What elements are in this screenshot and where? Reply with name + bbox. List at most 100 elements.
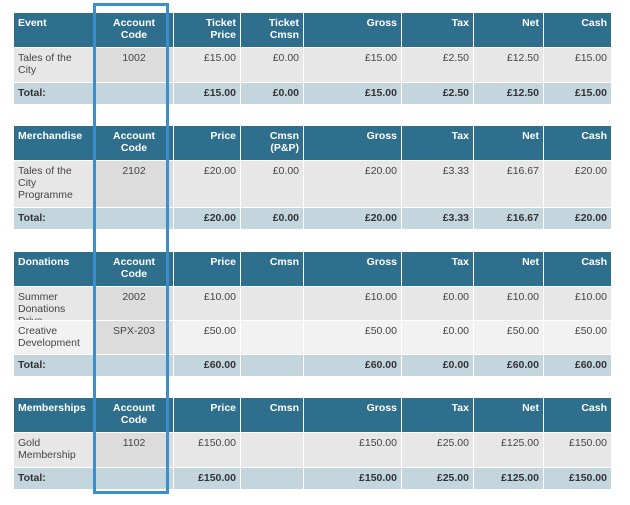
column-header: Gross	[304, 398, 402, 432]
column-header: Tax	[402, 13, 474, 47]
table-cell: £20.00	[304, 161, 402, 207]
table-cell: £150.00	[174, 468, 241, 489]
table-cell: £60.00	[474, 355, 544, 376]
table-cell: Gold Membership	[14, 433, 95, 467]
column-header: Cmsn (P&P)	[241, 126, 304, 160]
column-header: Account Code	[95, 398, 174, 432]
table-cell: £150.00	[569, 472, 607, 484]
table-cell: Summer Donations Drive	[14, 287, 95, 320]
column-header: Cmsn	[241, 252, 304, 286]
table-cell: £15.00	[574, 52, 607, 64]
table-cell	[95, 355, 174, 376]
column-header: Cash	[581, 130, 607, 142]
table-cell: £3.33	[402, 161, 474, 207]
table-cell	[241, 433, 304, 467]
table-cell: £15.00	[304, 83, 402, 104]
table-cell: £10.00	[474, 287, 544, 320]
table-header-row: Donations Account Code Price Cmsn Gross …	[14, 252, 611, 287]
table-row: Creative Development SPX-203 £50.00 £50.…	[14, 321, 611, 355]
table-cell: £20.00	[574, 165, 607, 177]
table-cell: Creative Development	[14, 321, 95, 354]
table-cell: 1102	[95, 433, 174, 467]
total-label: Total:	[14, 468, 95, 489]
table-cell: £2.50	[402, 83, 474, 104]
table-row: Tales of the City Programme 2102 £20.00 …	[14, 161, 611, 208]
table-cell: £0.00	[402, 287, 474, 320]
table-cell: £0.00	[402, 355, 474, 376]
column-header: Gross	[304, 13, 402, 47]
table-cell: £20.00	[574, 212, 607, 224]
table-cell: £15.00	[304, 48, 402, 82]
column-header: Memberships	[14, 398, 95, 432]
table-cell: £16.67	[474, 208, 544, 229]
table-cell: £20.00	[174, 208, 241, 229]
column-header: Account Code	[95, 252, 174, 286]
table-cell: £12.50	[474, 83, 544, 104]
table-cell: £0.00	[241, 83, 304, 104]
table-cell: £125.00	[474, 468, 544, 489]
table-row: Tales of the City 1002 £15.00 £0.00 £15.…	[14, 48, 611, 83]
event-table: Event Account Code Ticket Price Ticket C…	[14, 13, 611, 105]
total-row: Total: £60.00 £60.00 £0.00 £60.00 £60.00	[14, 355, 611, 377]
column-header: Tax	[402, 252, 474, 286]
table-cell: £15.00	[574, 87, 607, 99]
table-cell: SPX-203	[95, 321, 174, 354]
table-cell: £10.00	[574, 291, 607, 303]
table-cell	[241, 321, 304, 354]
column-header: Cash	[581, 256, 607, 268]
table-cell: £15.00	[174, 83, 241, 104]
table-cell: Tales of the City	[14, 48, 95, 82]
column-header: Gross	[304, 252, 402, 286]
table-cell: Tales of the City Programme	[14, 161, 95, 207]
total-label: Total:	[14, 355, 95, 376]
column-header: Cmsn	[241, 398, 304, 432]
table-cell: £25.00	[402, 433, 474, 467]
table-cell: £125.00	[474, 433, 544, 467]
table-cell: £16.67	[474, 161, 544, 207]
column-header: Net	[474, 398, 544, 432]
table-cell	[241, 468, 304, 489]
table-cell: £50.00	[304, 321, 402, 354]
column-header: Tax	[402, 398, 474, 432]
table-cell: £20.00	[174, 161, 241, 207]
table-header-row: Event Account Code Ticket Price Ticket C…	[14, 13, 611, 48]
column-header: Tax	[402, 126, 474, 160]
column-header: Gross	[304, 126, 402, 160]
table-cell: £10.00	[304, 287, 402, 320]
table-cell: £0.00	[241, 161, 304, 207]
column-header: Net	[474, 13, 544, 47]
table-cell	[95, 468, 174, 489]
column-header: Ticket Cmsn	[241, 13, 304, 47]
table-cell: 2102	[95, 161, 174, 207]
table-cell: £25.00	[402, 468, 474, 489]
table-cell: £20.00	[304, 208, 402, 229]
column-header: Ticket Price	[174, 13, 241, 47]
total-label: Total:	[14, 208, 95, 229]
table-cell: £15.00	[174, 48, 241, 82]
table-cell: 2002	[95, 287, 174, 320]
table-cell: £3.33	[402, 208, 474, 229]
table-cell: £10.00	[174, 287, 241, 320]
column-header: Price	[174, 252, 241, 286]
table-cell: £0.00	[241, 48, 304, 82]
column-header: Account Code	[95, 13, 174, 47]
table-row: Gold Membership 1102 £150.00 £150.00 £25…	[14, 433, 611, 468]
table-cell	[241, 287, 304, 320]
table-cell: £12.50	[474, 48, 544, 82]
table-cell: £0.00	[241, 208, 304, 229]
table-cell	[95, 208, 174, 229]
table-cell: £150.00	[569, 437, 607, 449]
column-header: Account Code	[95, 126, 174, 160]
total-row: Total: £150.00 £150.00 £25.00 £125.00 £1…	[14, 468, 611, 490]
column-header: Donations	[14, 252, 95, 286]
column-header: Price	[174, 398, 241, 432]
column-header: Price	[174, 126, 241, 160]
table-cell: £50.00	[474, 321, 544, 354]
column-header: Net	[474, 252, 544, 286]
table-cell: £50.00	[174, 321, 241, 354]
table-cell: 1002	[95, 48, 174, 82]
table-cell: £150.00	[174, 433, 241, 467]
table-header-row: Memberships Account Code Price Cmsn Gros…	[14, 398, 611, 433]
column-header: Net	[474, 126, 544, 160]
table-cell: £60.00	[304, 355, 402, 376]
